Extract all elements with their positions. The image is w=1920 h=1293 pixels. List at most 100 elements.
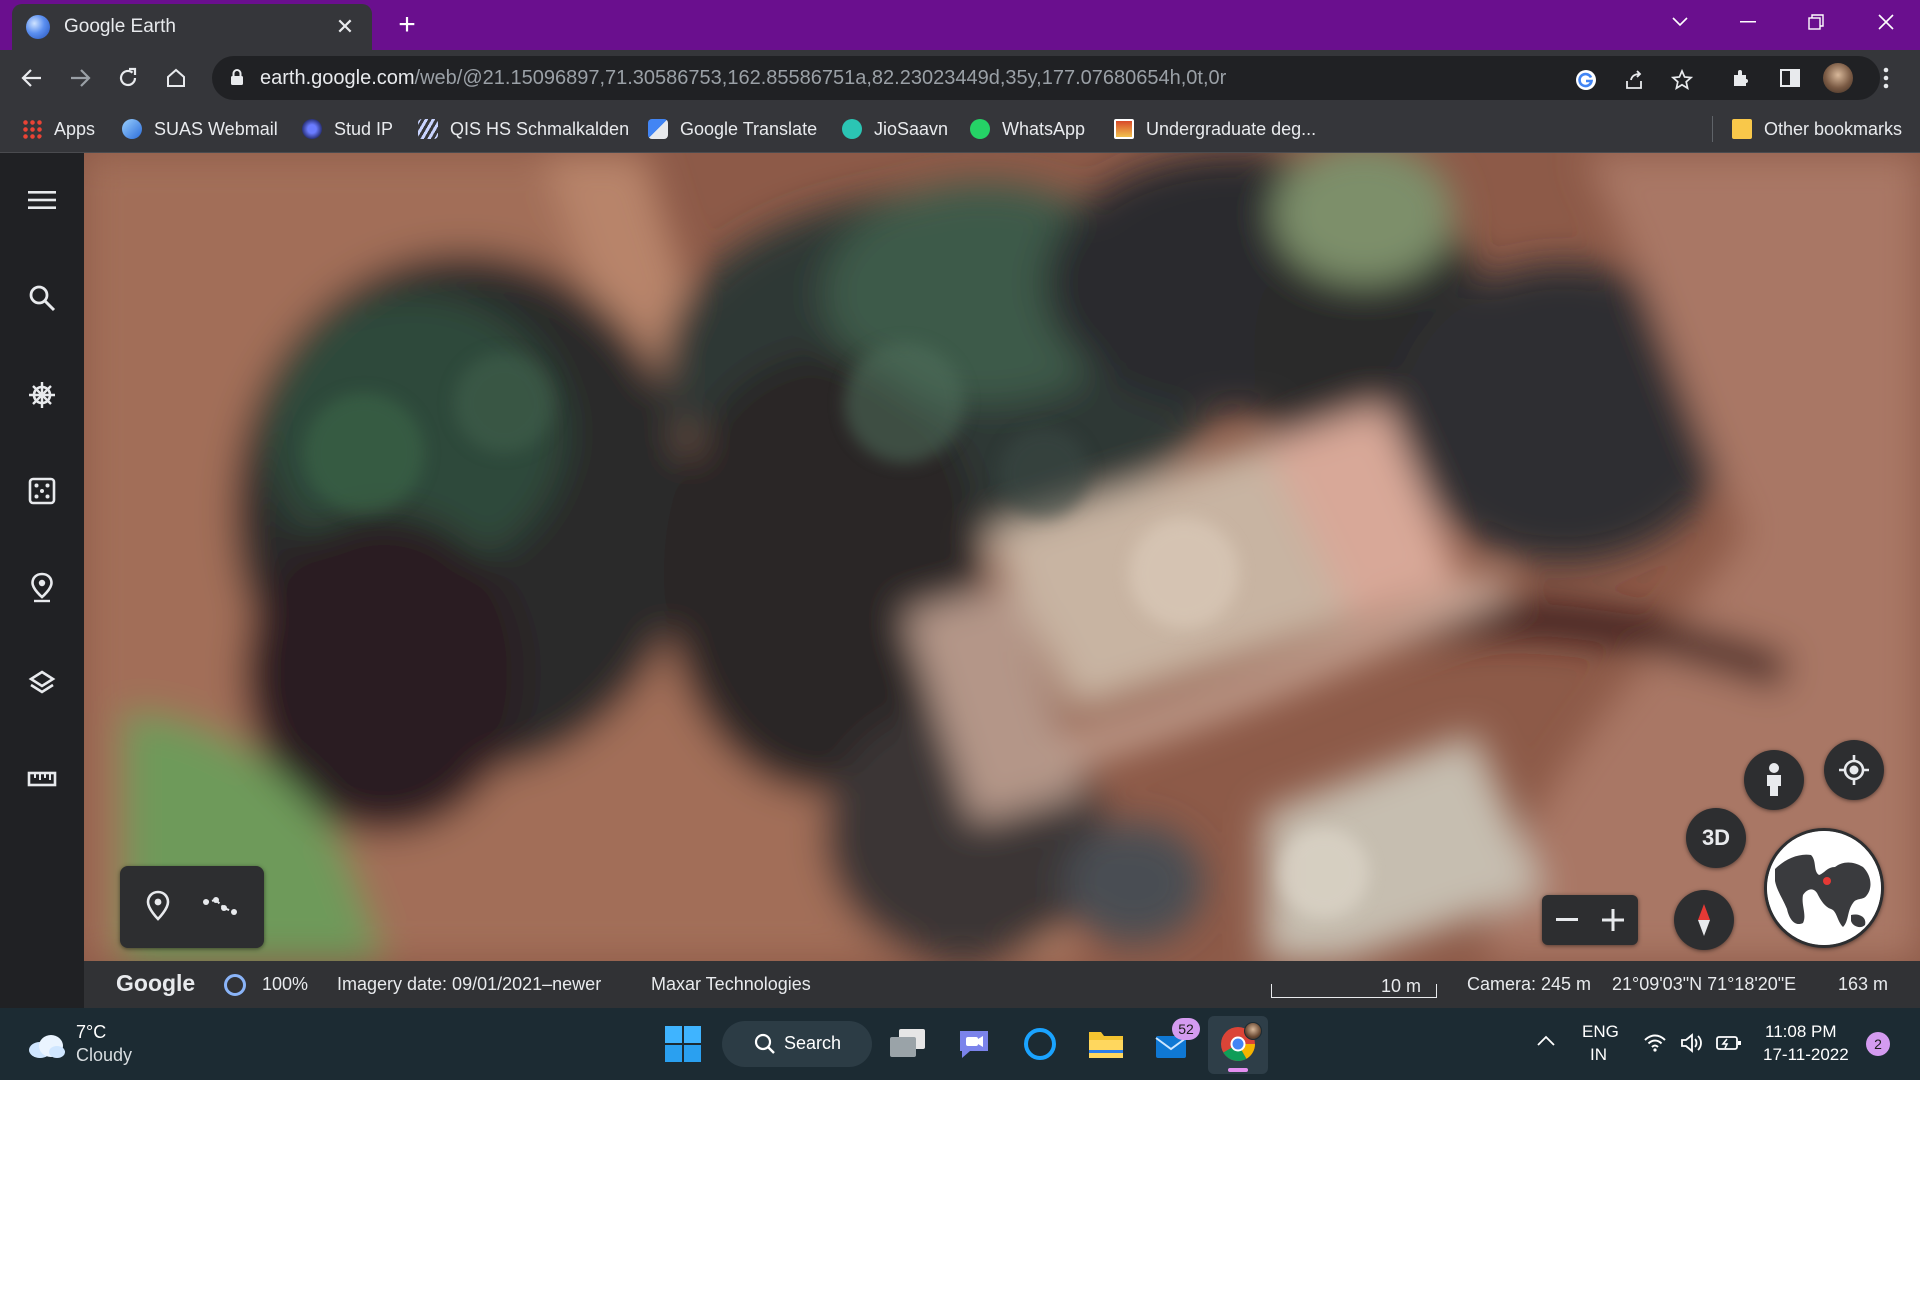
lock-icon[interactable] xyxy=(230,68,244,91)
feeling-lucky-icon[interactable] xyxy=(18,467,66,515)
taskbar-search-box[interactable]: Search xyxy=(722,1021,872,1067)
imagery-provider[interactable]: Maxar Technologies xyxy=(651,974,811,995)
chevron-up-icon[interactable] xyxy=(1536,1034,1556,1052)
university-icon xyxy=(1114,119,1134,139)
globe-overview-icon[interactable] xyxy=(1764,828,1884,948)
voyager-icon[interactable] xyxy=(18,371,66,419)
toggle-3d-button[interactable]: 3D xyxy=(1686,808,1746,868)
forward-arrow-icon[interactable] xyxy=(60,58,100,98)
cortana-icon[interactable] xyxy=(1016,1020,1064,1068)
chrome-taskbar-button[interactable] xyxy=(1208,1016,1268,1074)
qis-icon xyxy=(418,119,438,139)
search-icon[interactable] xyxy=(18,274,66,322)
cloudy-weather-icon[interactable] xyxy=(26,1032,66,1065)
task-view-icon[interactable] xyxy=(884,1020,932,1068)
earth-sidebar xyxy=(0,153,84,1008)
notification-badge[interactable]: 2 xyxy=(1866,1032,1890,1056)
share-icon[interactable] xyxy=(1618,64,1650,96)
bookmark-suas-webmail[interactable]: SUAS Webmail xyxy=(122,112,278,146)
satellite-map-view[interactable]: 3D xyxy=(84,153,1920,961)
clock-date[interactable]: 17-11-2022 xyxy=(1763,1045,1849,1065)
close-window-button[interactable] xyxy=(1858,0,1914,44)
battery-charging-icon[interactable] xyxy=(1716,1034,1742,1057)
bookmark-undergraduate[interactable]: Undergraduate deg... xyxy=(1114,112,1316,146)
google-lens-icon[interactable] xyxy=(1570,64,1602,96)
bookmark-stud-ip[interactable]: Stud IP xyxy=(302,112,393,146)
browser-tab-strip: Google Earth ✕ + xyxy=(0,0,1920,50)
loading-percent: 100% xyxy=(262,974,309,994)
projects-icon[interactable] xyxy=(18,563,66,611)
draw-path-icon[interactable] xyxy=(202,894,238,923)
back-arrow-icon[interactable] xyxy=(12,58,52,98)
bookmark-label: JioSaavn xyxy=(874,118,949,139)
bookmark-label: SUAS Webmail xyxy=(154,118,278,139)
url-host: earth.google.com xyxy=(260,67,415,89)
close-tab-icon[interactable]: ✕ xyxy=(332,14,358,40)
language-code[interactable]: ENG xyxy=(1582,1022,1619,1042)
profile-avatar xyxy=(1244,1022,1262,1040)
street-view-pegman-icon[interactable] xyxy=(1744,750,1804,810)
home-icon[interactable] xyxy=(156,58,196,98)
chrome-menu-icon[interactable] xyxy=(1866,58,1906,98)
windows-taskbar: 7°C Cloudy Search 52 ENG IN 11:08 PM 17-… xyxy=(0,1008,1920,1080)
bookmark-label: Google Translate xyxy=(680,118,818,139)
url-text: earth.google.com/web/@21.15096897,71.305… xyxy=(260,67,1226,90)
volume-icon[interactable] xyxy=(1680,1032,1704,1059)
jiosaavn-icon xyxy=(842,119,862,139)
my-location-icon[interactable] xyxy=(1824,740,1884,800)
profile-avatar[interactable] xyxy=(1818,58,1858,98)
studip-icon xyxy=(302,119,322,139)
apps-grid-icon xyxy=(22,119,42,139)
measure-icon[interactable] xyxy=(18,755,66,803)
bookmark-star-icon[interactable] xyxy=(1666,64,1698,96)
side-panel-icon[interactable] xyxy=(1770,58,1810,98)
imagery-date: Imagery date: 09/01/2021–newer xyxy=(337,974,602,994)
map-style-icon[interactable] xyxy=(18,659,66,707)
tab-title: Google Earth xyxy=(64,16,176,37)
restore-window-button[interactable] xyxy=(1788,0,1844,44)
new-tab-button[interactable]: + xyxy=(390,8,424,42)
zoom-out-icon[interactable] xyxy=(1554,907,1580,933)
add-placemark-icon[interactable] xyxy=(144,890,172,927)
clock-time[interactable]: 11:08 PM xyxy=(1765,1022,1837,1042)
bookmark-google-translate[interactable]: Google Translate xyxy=(648,112,817,146)
bookmark-apps[interactable]: Apps xyxy=(22,112,95,146)
bookmark-whatsapp[interactable]: WhatsApp xyxy=(970,112,1085,146)
whatsapp-icon xyxy=(970,119,990,139)
compass-icon[interactable] xyxy=(1674,890,1734,950)
other-bookmarks-folder[interactable]: Other bookmarks xyxy=(1732,112,1902,146)
wifi-icon[interactable] xyxy=(1644,1034,1666,1057)
bookmark-jiosaavn[interactable]: JioSaavn xyxy=(842,112,948,146)
other-bookmarks-label: Other bookmarks xyxy=(1764,118,1903,139)
file-explorer-icon[interactable] xyxy=(1082,1020,1130,1068)
tab-search-chevron-icon[interactable] xyxy=(1652,0,1708,44)
bookmarks-bar: Apps SUAS Webmail Stud IP QIS HS Schmalk… xyxy=(0,106,1920,153)
weather-temperature[interactable]: 7°C xyxy=(76,1022,106,1043)
reload-icon[interactable] xyxy=(108,58,148,98)
extensions-puzzle-icon[interactable] xyxy=(1722,58,1762,98)
menu-icon[interactable] xyxy=(18,176,66,224)
bookmarks-divider xyxy=(1712,116,1713,142)
bookmark-qis-hs-schmalkalden[interactable]: QIS HS Schmalkalden xyxy=(418,112,629,146)
windows-start-icon[interactable] xyxy=(659,1020,707,1068)
bookmark-label: Apps xyxy=(54,118,96,139)
keyboard-region[interactable]: IN xyxy=(1590,1045,1607,1065)
url-path: /web/@21.15096897,71.30586753,162.855867… xyxy=(414,67,1227,89)
satellite-imagery xyxy=(84,153,1920,961)
teams-chat-icon[interactable] xyxy=(950,1020,998,1068)
zoom-in-icon[interactable] xyxy=(1600,907,1626,933)
browser-toolbar: earth.google.com/web/@21.15096897,71.305… xyxy=(0,50,1920,106)
tab-google-earth[interactable]: Google Earth ✕ xyxy=(12,4,372,50)
translate-icon xyxy=(648,119,668,139)
mail-app-icon[interactable]: 52 xyxy=(1148,1018,1200,1068)
bookmark-label: QIS HS Schmalkalden xyxy=(450,118,630,139)
camera-altitude: Camera: 245 m xyxy=(1467,974,1592,994)
map-status-bar: Google 100% Imagery date: 09/01/2021–new… xyxy=(84,961,1920,1008)
bookmark-label: WhatsApp xyxy=(1002,118,1086,139)
search-icon xyxy=(754,1033,776,1060)
scale-label: 10 m xyxy=(1381,976,1422,996)
address-bar[interactable]: earth.google.com/web/@21.15096897,71.305… xyxy=(212,56,1880,100)
weather-description[interactable]: Cloudy xyxy=(76,1045,132,1066)
loading-ring-icon xyxy=(224,974,246,996)
minimize-window-button[interactable] xyxy=(1720,0,1776,44)
